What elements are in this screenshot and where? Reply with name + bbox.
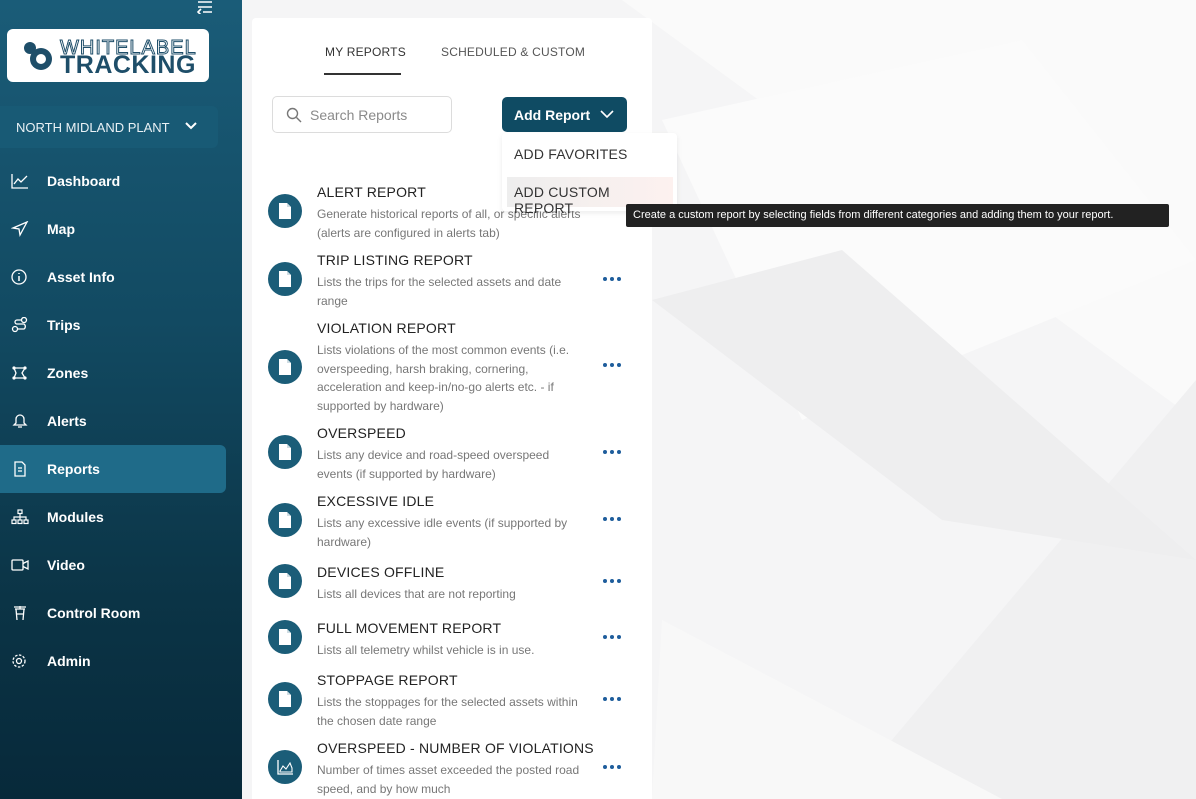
organization-select[interactable]: NORTH MIDLAND PLANT L xyxy=(0,106,218,148)
report-description: Lists the stoppages for the selected ass… xyxy=(317,695,578,728)
navigation-arrow-icon xyxy=(11,221,29,237)
more-options-icon[interactable] xyxy=(603,363,623,369)
sidebar-item-label: Alerts xyxy=(47,413,87,429)
zone-polygon-icon xyxy=(12,366,27,380)
chart-line-icon xyxy=(11,174,28,189)
report-description: Lists any excessive idle events (if supp… xyxy=(317,516,568,549)
document-icon xyxy=(268,620,302,654)
report-description: Lists any device and road-speed overspee… xyxy=(317,448,550,481)
more-options-icon[interactable] xyxy=(603,635,623,641)
report-description: Lists violations of the most common even… xyxy=(317,343,570,413)
sidebar-item-asset-info[interactable]: Asset Info xyxy=(0,253,242,301)
logo[interactable]: WHITELABEL TRACKING xyxy=(7,29,209,82)
document-icon xyxy=(14,461,26,477)
search-icon xyxy=(286,107,302,123)
gear-icon xyxy=(12,654,26,668)
sidebar-nav: Dashboard Map Asset Info Trips Zones Ale… xyxy=(0,157,242,685)
report-description: Lists the trips for the selected assets … xyxy=(317,275,562,308)
sidebar-item-label: Reports xyxy=(47,461,100,477)
document-icon xyxy=(268,350,302,384)
tower-icon xyxy=(14,606,26,621)
info-circle-icon xyxy=(11,269,27,285)
report-title: VIOLATION REPORT xyxy=(317,320,456,336)
chevron-down-icon xyxy=(185,122,197,130)
sidebar-item-label: Modules xyxy=(47,509,104,525)
add-report-label: Add Report xyxy=(514,107,591,123)
sidebar-item-alerts[interactable]: Alerts xyxy=(0,397,242,445)
sidebar-item-label: Asset Info xyxy=(47,269,115,285)
sidebar-item-label: Admin xyxy=(47,653,91,669)
more-options-icon[interactable] xyxy=(603,450,623,456)
add-report-dropdown: ADD FAVORITES ADD CUSTOM REPORT xyxy=(502,133,677,216)
search-placeholder: Search Reports xyxy=(310,107,408,123)
report-title: DEVICES OFFLINE xyxy=(317,564,445,580)
sidebar-item-trips[interactable]: Trips xyxy=(0,301,242,349)
sidebar-item-label: Trips xyxy=(47,317,81,333)
document-icon xyxy=(268,682,302,716)
chevron-down-icon xyxy=(600,110,614,119)
collapse-menu-icon[interactable] xyxy=(196,0,214,14)
chart-icon xyxy=(268,750,302,784)
document-icon xyxy=(268,564,302,598)
report-title: ALERT REPORT xyxy=(317,184,426,200)
organization-label: NORTH MIDLAND PLANT L xyxy=(16,119,170,135)
more-options-icon[interactable] xyxy=(603,517,623,523)
sidebar: WHITELABEL TRACKING NORTH MIDLAND PLANT … xyxy=(0,0,242,799)
hierarchy-icon xyxy=(11,509,29,525)
report-title: FULL MOVEMENT REPORT xyxy=(317,620,502,636)
report-title: OVERSPEED xyxy=(317,425,406,441)
document-icon xyxy=(268,435,302,469)
location-pin-icon xyxy=(24,42,52,70)
sidebar-item-label: Zones xyxy=(47,365,89,381)
custom-report-tooltip: Create a custom report by selecting fiel… xyxy=(626,204,1169,227)
route-icon xyxy=(11,317,28,333)
logo-text-bottom: TRACKING xyxy=(60,51,196,79)
sidebar-item-modules[interactable]: Modules xyxy=(0,493,242,541)
document-icon xyxy=(268,194,302,228)
sidebar-item-label: Control Room xyxy=(47,605,141,621)
report-description: Lists all telemetry whilst vehicle is in… xyxy=(317,643,535,657)
sidebar-item-zones[interactable]: Zones xyxy=(0,349,242,397)
sidebar-item-video[interactable]: Video xyxy=(0,541,242,589)
report-description: Lists all devices that are not reporting xyxy=(317,587,516,601)
add-report-button[interactable]: Add Report xyxy=(502,97,627,132)
tab-scheduled-custom[interactable]: SCHEDULED & CUSTOM xyxy=(441,45,585,59)
menu-item-add-custom-report[interactable]: ADD CUSTOM REPORT xyxy=(507,177,673,216)
tab-my-reports[interactable]: MY REPORTS xyxy=(325,45,406,59)
more-options-icon[interactable] xyxy=(603,579,623,585)
menu-item-add-favorites[interactable]: ADD FAVORITES xyxy=(502,139,677,169)
more-options-icon[interactable] xyxy=(603,765,623,771)
document-icon xyxy=(268,503,302,537)
report-title: OVERSPEED - NUMBER OF VIOLATIONS xyxy=(317,740,594,756)
more-options-icon[interactable] xyxy=(603,277,623,283)
sidebar-item-dashboard[interactable]: Dashboard xyxy=(0,157,242,205)
search-input[interactable]: Search Reports xyxy=(272,96,452,133)
document-icon xyxy=(268,262,302,296)
report-title: EXCESSIVE IDLE xyxy=(317,493,435,509)
sidebar-item-admin[interactable]: Admin xyxy=(0,637,242,685)
bell-icon xyxy=(12,414,28,428)
report-title: STOPPAGE REPORT xyxy=(317,672,458,688)
sidebar-item-label: Video xyxy=(47,557,85,573)
report-description: Number of times asset exceeded the poste… xyxy=(317,763,580,796)
sidebar-item-reports[interactable]: Reports xyxy=(0,445,226,493)
more-options-icon[interactable] xyxy=(603,697,623,703)
sidebar-item-label: Dashboard xyxy=(47,173,121,189)
sidebar-item-label: Map xyxy=(47,221,75,237)
sidebar-item-map[interactable]: Map xyxy=(0,205,242,253)
video-camera-icon xyxy=(11,559,29,571)
sidebar-item-control-room[interactable]: Control Room xyxy=(0,589,242,637)
active-tab-indicator xyxy=(324,73,401,75)
report-title: TRIP LISTING REPORT xyxy=(317,252,473,268)
menu-item-label: ADD FAVORITES xyxy=(514,146,628,162)
